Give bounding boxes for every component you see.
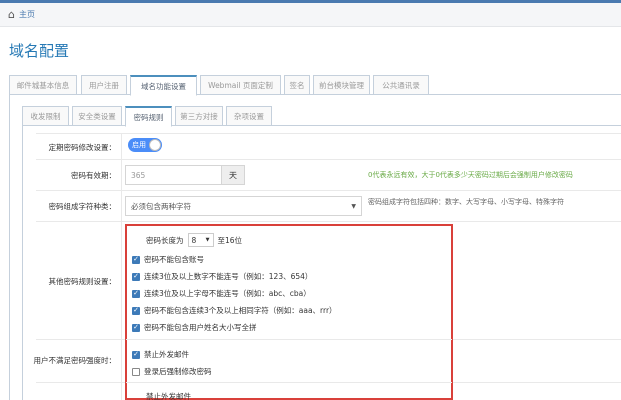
- checkbox-unchecked[interactable]: [132, 367, 140, 376]
- charset-label: 密码组成字符种类：: [48, 202, 117, 211]
- chevron-down-icon: ▼: [351, 202, 356, 210]
- section-divider: [126, 382, 452, 383]
- section-divider: [126, 339, 452, 340]
- partial-row-text: 禁止外发邮件: [146, 392, 191, 400]
- weak-password-label: 用户不满足密码强度时：: [33, 356, 117, 365]
- validity-label: 密码有效期：: [71, 171, 116, 180]
- tab-user-register[interactable]: 用户注册: [81, 75, 127, 95]
- charset-select-value: 必须包含两种字符: [131, 201, 191, 211]
- rule-no-seq-letters[interactable]: ✓ 连续3位及以上字母不能连号（例如：abc、cba）: [132, 288, 311, 299]
- validity-unit: 天: [221, 165, 245, 185]
- breadcrumb-home-link[interactable]: 主页: [19, 9, 35, 20]
- rule-text: 密码不能包含账号: [144, 255, 204, 264]
- checkbox-checked[interactable]: ✓: [132, 289, 140, 298]
- length-select-value: 8: [191, 235, 197, 245]
- form-row-divider: [36, 190, 621, 191]
- tab-basic-info[interactable]: 邮件城基本信息: [9, 75, 77, 95]
- charset-hint: 密码组成字符包括四种：数字、大写字母、小写字母、特殊字符: [368, 198, 564, 206]
- home-icon: ⌂: [8, 8, 15, 21]
- subtab-misc[interactable]: 杂项设置: [226, 106, 272, 126]
- rule-text: 连续3位及以上字母不能连号（例如：abc、cba）: [144, 289, 311, 298]
- rule-text: 密码不能包含用户姓名大小写全拼: [144, 323, 257, 332]
- chevron-down-icon: ▼: [205, 237, 210, 243]
- rule-text: 连续3位及以上数字不能连号（例如：123、654）: [144, 272, 313, 281]
- page-title: 域名配置: [9, 42, 70, 60]
- form-row-divider: [36, 159, 621, 160]
- checkbox-checked[interactable]: ✓: [132, 272, 140, 281]
- checkbox-checked[interactable]: ✓: [132, 323, 140, 332]
- toggle-knob: [149, 139, 161, 151]
- checkbox-checked[interactable]: ✓: [132, 255, 140, 264]
- checkbox-checked[interactable]: ✓: [132, 350, 140, 359]
- length-select[interactable]: 8 ▼: [187, 233, 214, 247]
- tab-signature[interactable]: 签名: [284, 75, 310, 95]
- option-block-outgoing[interactable]: ✓ 禁止外发邮件: [132, 349, 189, 360]
- tab-frontend-modules[interactable]: 前台模块管理: [313, 75, 370, 95]
- charset-select[interactable]: 必须包含两种字符 ▼: [125, 196, 362, 216]
- checkbox-checked[interactable]: ✓: [132, 306, 140, 315]
- validity-hint: 0代表永远有效，大于0代表多少天密码过期后会强制用户修改密码: [368, 171, 573, 179]
- option-force-change[interactable]: 登录后强制修改密码: [132, 366, 212, 377]
- validity-input[interactable]: 365: [125, 165, 222, 185]
- tab-domain-functions[interactable]: 域名功能设置: [130, 75, 197, 96]
- form-row-divider: [36, 221, 621, 222]
- rule-no-account[interactable]: ✓ 密码不能包含账号: [132, 254, 204, 265]
- periodic-change-label: 定期密码修改设置：: [48, 143, 117, 152]
- sub-tabs: 收发限制 安全类设置 密码规则 第三方对接 杂项设置: [22, 106, 621, 127]
- length-suffix: 至16位: [217, 235, 243, 245]
- tab-webmail-custom[interactable]: Webmail 页面定制: [200, 75, 281, 95]
- password-length-row: 密码长度为 8 ▼ 至16位: [146, 233, 242, 247]
- other-rules-label: 其他密码规则设置：: [48, 277, 117, 286]
- rule-no-repeat-chars[interactable]: ✓ 密码不能包含连续3个及以上相同字符（例如：aaa、rrr）: [132, 305, 337, 316]
- subtab-security[interactable]: 安全类设置: [72, 106, 122, 126]
- toggle-label: 启用: [132, 141, 146, 149]
- tab-public-contacts[interactable]: 公共通讯录: [373, 75, 429, 95]
- rule-no-name-pinyin[interactable]: ✓ 密码不能包含用户姓名大小写全拼: [132, 322, 257, 333]
- subtab-send-receive[interactable]: 收发限制: [22, 106, 69, 126]
- rule-no-seq-digits[interactable]: ✓ 连续3位及以上数字不能连号（例如：123、654）: [132, 271, 312, 282]
- main-tabs: 邮件城基本信息 用户注册 域名功能设置 Webmail 页面定制 签名 前台模块…: [9, 75, 621, 96]
- option-text: 登录后强制修改密码: [144, 367, 212, 376]
- periodic-change-toggle[interactable]: 启用: [128, 138, 162, 152]
- subtab-third-party[interactable]: 第三方对接: [175, 106, 223, 126]
- form-row-divider: [36, 133, 621, 134]
- form-column-divider: [121, 133, 122, 400]
- breadcrumb: ⌂ 主页: [0, 3, 621, 27]
- option-text: 禁止外发邮件: [144, 350, 189, 359]
- length-prefix: 密码长度为: [146, 235, 184, 245]
- rule-text: 密码不能包含连续3个及以上相同字符（例如：aaa、rrr）: [144, 306, 337, 315]
- subtab-password-rules[interactable]: 密码规则: [125, 106, 172, 127]
